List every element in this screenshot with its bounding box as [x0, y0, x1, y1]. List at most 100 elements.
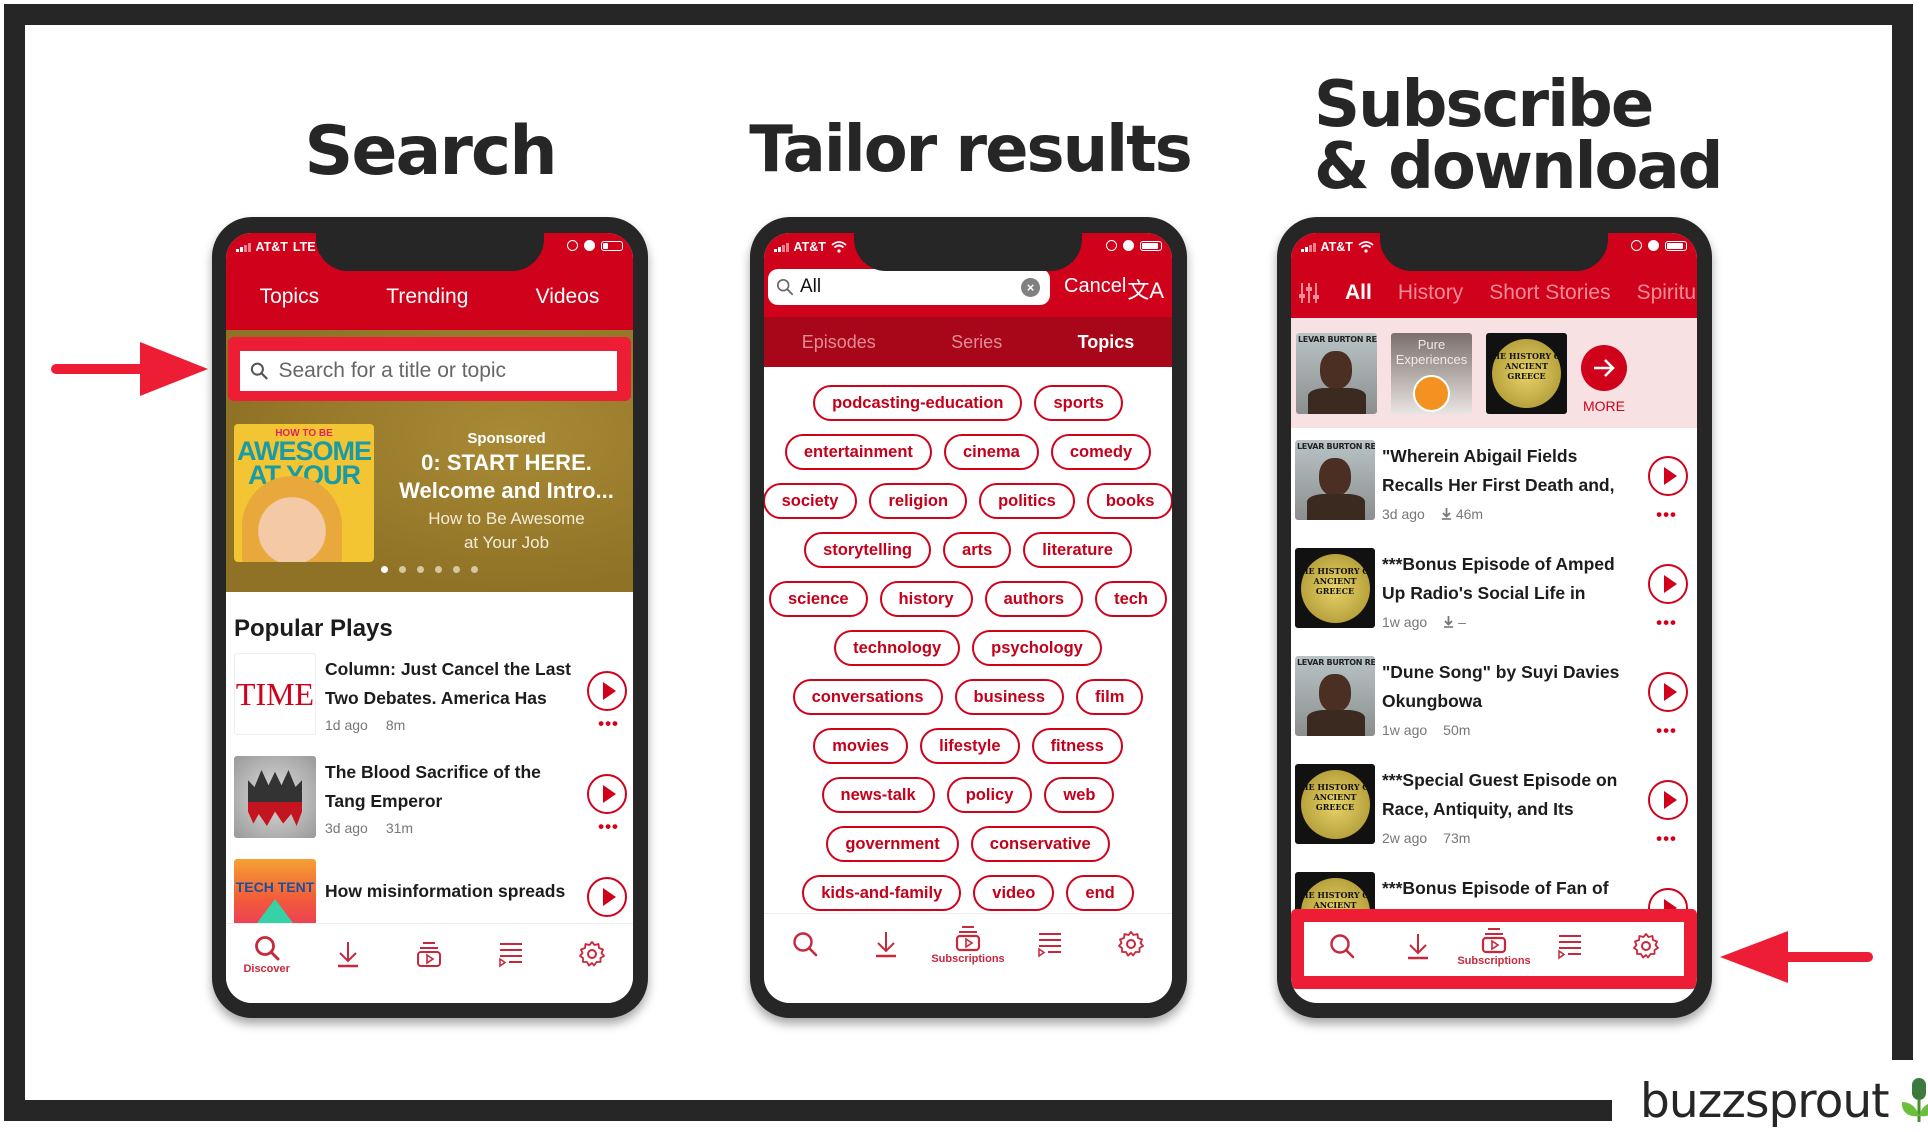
topic-chip[interactable]: religion [869, 483, 968, 519]
carousel-dot[interactable] [471, 566, 478, 573]
nav-discover[interactable] [770, 924, 840, 958]
nav-downloads[interactable] [851, 924, 921, 958]
nav-downloads[interactable] [313, 934, 383, 968]
list-item[interactable]: LEVAR BURTON READS "Wherein Abigail Field… [1291, 428, 1697, 536]
topic-chip[interactable]: lifestyle [920, 728, 1020, 764]
nav-discover[interactable]: Discover [232, 934, 302, 975]
topic-chip[interactable]: arts [943, 532, 1012, 568]
topic-chip[interactable]: tech [1095, 581, 1168, 617]
search-input[interactable] [278, 359, 617, 383]
sponsored-text: Sponsored 0: START HERE. Welcome and Int… [386, 430, 627, 553]
topic-chip[interactable]: business [954, 679, 1065, 715]
topic-chip[interactable]: news-talk [821, 777, 935, 813]
topic-chip[interactable]: literature [1023, 532, 1132, 568]
search-input[interactable] [800, 276, 1015, 298]
topic-chip[interactable]: film [1076, 679, 1144, 715]
topic-chip[interactable]: politics [979, 483, 1075, 519]
topic-chip[interactable]: society [764, 483, 858, 519]
topic-chip[interactable]: technology [834, 630, 961, 666]
tab-trending[interactable]: Trending [386, 285, 468, 309]
topic-chip[interactable]: storytelling [804, 532, 932, 568]
nav-discover[interactable] [1307, 926, 1377, 960]
tab-videos[interactable]: Videos [536, 285, 600, 309]
carousel-dot[interactable] [399, 566, 406, 573]
cancel-button[interactable]: Cancel [1064, 275, 1126, 298]
more-options-icon[interactable]: ••• [1656, 830, 1677, 847]
play-button[interactable] [1648, 672, 1688, 712]
topic-chip[interactable]: sports [1034, 385, 1123, 421]
topic-chip[interactable]: authors [984, 581, 1084, 617]
topic-chip[interactable]: end [1066, 875, 1134, 911]
topic-chip[interactable]: science [769, 581, 868, 617]
nav-settings[interactable] [1096, 924, 1166, 958]
topic-chip[interactable]: cinema [943, 434, 1039, 470]
topic-chip[interactable]: kids-and-family [802, 875, 962, 911]
nav-queue[interactable] [1535, 926, 1605, 960]
topic-chip[interactable]: podcasting-education [813, 385, 1023, 421]
play-button[interactable] [587, 774, 627, 814]
translate-icon[interactable]: 文A [1127, 273, 1164, 305]
topic-chip[interactable]: conversations [792, 679, 943, 715]
topic-chip[interactable]: movies [813, 728, 909, 764]
nav-queue[interactable] [476, 934, 546, 968]
carousel-dot[interactable] [381, 566, 388, 573]
subscription-levar-burton-reads[interactable]: LEVAR BURTON READS [1296, 333, 1377, 414]
play-button[interactable] [1648, 456, 1688, 496]
nav-queue[interactable] [1015, 924, 1085, 958]
tab-topics[interactable]: Topics [260, 285, 320, 309]
sponsored-banner[interactable]: HOW TO BE AWESOME AT YOUR JOB Sponsored … [226, 330, 633, 592]
play-button[interactable] [1648, 564, 1688, 604]
topic-chip[interactable]: books [1086, 483, 1172, 519]
tab-spirituality[interactable]: Spiritu [1637, 281, 1697, 305]
more-options-icon[interactable]: ••• [598, 818, 619, 835]
subscription-pure-experiences[interactable]: Pure Experiences [1391, 333, 1472, 414]
more-subscriptions-button[interactable] [1581, 345, 1627, 391]
list-item[interactable]: THE HISTORY OF ANCIENT GREECE***Bonus Ep… [1291, 536, 1697, 644]
more-options-icon[interactable]: ••• [598, 715, 619, 732]
carousel-dot[interactable] [453, 566, 460, 573]
list-item[interactable]: THE HISTORY OF ANCIENT GREECE ***Special … [1291, 752, 1697, 860]
nav-downloads[interactable] [1383, 926, 1453, 960]
topic-chip[interactable]: government [826, 826, 959, 862]
tab-episodes[interactable]: Episodes [790, 332, 888, 353]
tab-all[interactable]: All [1345, 281, 1372, 305]
topic-chip[interactable]: video [973, 875, 1055, 911]
carousel-dots[interactable] [381, 566, 478, 573]
tab-topics[interactable]: Topics [1066, 332, 1147, 353]
nav-subscriptions[interactable]: Subscriptions [931, 924, 1005, 965]
topic-chip[interactable]: history [879, 581, 973, 617]
topic-chip[interactable]: psychology [972, 630, 1102, 666]
search-bar[interactable]: × [768, 269, 1050, 305]
clear-search-icon[interactable]: × [1021, 277, 1040, 297]
tab-history[interactable]: History [1398, 281, 1463, 305]
more-options-icon[interactable]: ••• [1656, 506, 1677, 523]
search-bar[interactable] [240, 351, 617, 391]
more-label[interactable]: MORE [1573, 398, 1635, 414]
topic-chip[interactable]: policy [946, 777, 1033, 813]
carousel-dot[interactable] [417, 566, 424, 573]
topic-chip[interactable]: fitness [1031, 728, 1123, 764]
topic-chip[interactable]: conservative [970, 826, 1110, 862]
tab-series[interactable]: Series [939, 332, 1014, 353]
sponsored-artwork[interactable]: HOW TO BE AWESOME AT YOUR JOB [234, 424, 374, 562]
topic-chip[interactable]: entertainment [784, 434, 932, 470]
list-item[interactable]: LEVAR BURTON READS "Dune Song" by Suyi Da… [1291, 644, 1697, 752]
subscription-history-of-ancient-greece[interactable]: THE HISTORY OF ANCIENT GREECE [1486, 333, 1567, 414]
topic-chip[interactable]: web [1044, 777, 1115, 813]
more-options-icon[interactable]: ••• [1656, 614, 1677, 631]
play-button[interactable] [587, 877, 627, 917]
signal-icon [774, 242, 789, 252]
play-button[interactable] [587, 671, 627, 711]
filter-sliders-icon[interactable] [1299, 282, 1319, 304]
carousel-dot[interactable] [435, 566, 442, 573]
more-options-icon[interactable]: ••• [1656, 722, 1677, 739]
list-item[interactable]: TIME Column: Just Cancel the Last Two De… [226, 643, 633, 738]
tab-short-stories[interactable]: Short Stories [1489, 281, 1610, 305]
play-button[interactable] [1648, 780, 1688, 820]
topic-chip[interactable]: comedy [1050, 434, 1152, 470]
list-item[interactable]: The Blood Sacrifice of the Tang Emperor … [226, 746, 633, 841]
nav-settings[interactable] [1611, 926, 1681, 960]
nav-subscriptions[interactable]: Subscriptions [1457, 926, 1531, 967]
nav-subscriptions[interactable] [394, 934, 464, 968]
nav-settings[interactable] [557, 934, 627, 968]
